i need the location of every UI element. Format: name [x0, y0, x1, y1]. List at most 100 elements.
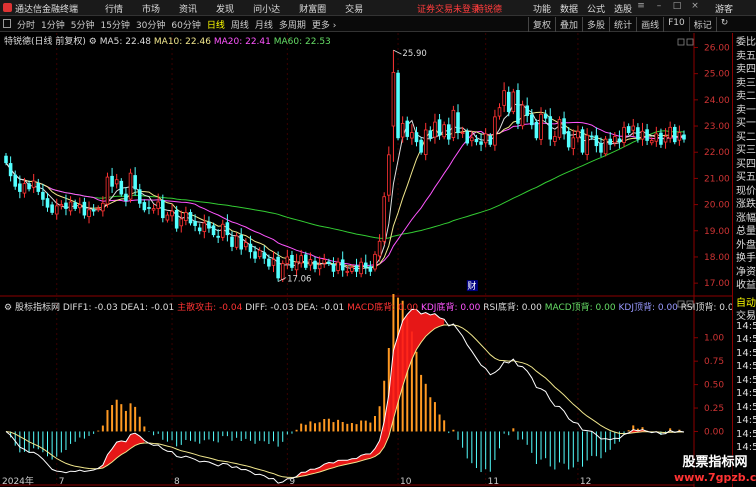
menu-item-function[interactable]: 功能	[533, 2, 551, 15]
quote-item: 卖四	[736, 64, 756, 74]
tick-item: 交易	[736, 311, 756, 321]
indicator-settings-icon[interactable]: ⚙	[4, 303, 12, 313]
candle-body	[4, 155, 8, 164]
maximize-icon[interactable]: □	[668, 1, 686, 11]
legend-dea: DEA: -0.01	[296, 303, 345, 313]
panel-control-icon[interactable]	[686, 38, 694, 46]
stock-name-tag[interactable]: 特锐德	[475, 2, 502, 15]
sidebar-toggle-icon[interactable]	[3, 19, 11, 28]
indicator-tick-label: 0.00	[704, 427, 724, 437]
candle-body	[294, 261, 299, 271]
quote-panel: 委比 卖五 卖四 卖三 卖二 卖一 买一 买二 买三 买四 买五 现价 涨跌 涨…	[732, 33, 756, 487]
tab-multi-period[interactable]: 多周期	[279, 18, 306, 31]
candle-body	[280, 263, 285, 280]
legend-stock-name[interactable]: 特锐德(日线 前复权)	[4, 37, 86, 47]
legend-kdj-top: KDJ顶背: 0.00	[618, 303, 678, 313]
title-bar: 通达信金融终端 行情 市场 资讯 发现 问小达 财富圈 交易 证券交易未登录 特…	[0, 0, 756, 16]
menu-item-discover[interactable]: 发现	[216, 2, 234, 15]
menu-icon[interactable]: ≡	[632, 1, 650, 11]
quote-item: 总量	[736, 226, 756, 236]
quote-item: 买五	[736, 172, 756, 182]
tool-multi-stock-button[interactable]: 多股	[582, 17, 609, 32]
candle-body	[428, 130, 433, 139]
candle-body	[110, 175, 114, 187]
menu-item-ask[interactable]: 问小达	[253, 2, 280, 15]
quote-item: 买四	[736, 158, 756, 169]
tab-daily[interactable]: 日线	[207, 18, 225, 31]
menu-item-marketplace[interactable]: 市场	[142, 2, 160, 15]
candle-body	[525, 105, 529, 116]
indicator-name[interactable]: 股标指标网	[15, 303, 60, 313]
tab-weekly[interactable]: 周线	[231, 18, 249, 31]
price-tick-label: 24.00	[704, 96, 730, 106]
panel-control-icons	[677, 38, 694, 308]
candle-body	[142, 202, 147, 211]
close-icon[interactable]: ×	[686, 1, 704, 11]
tool-overlay-button[interactable]: 叠加	[555, 17, 582, 32]
login-notice[interactable]: 证券交易未登录	[417, 2, 480, 15]
refresh-icon[interactable]: ↻	[715, 17, 733, 32]
menu-item-trade[interactable]: 交易	[345, 2, 363, 15]
kline-chart[interactable]: 26.00 25.00 24.00 23.00 22.00 21.00 20.00 19.00…	[0, 33, 732, 487]
tool-f10-button[interactable]: F10	[663, 17, 689, 32]
period-tabs: 分时 1分钟 5分钟 15分钟 30分钟 60分钟 日线 周线 月线 多周期 更…	[17, 18, 342, 31]
legend-kdj-bottom: KDJ底背: 0.00	[420, 303, 481, 313]
menu-item-news[interactable]: 资讯	[179, 2, 197, 15]
candle-body	[59, 204, 64, 207]
menu-item-wealth[interactable]: 财富圈	[299, 2, 326, 15]
candle-body	[13, 174, 18, 187]
tick-item: 14:50	[736, 401, 756, 413]
tab-5min[interactable]: 5分钟	[71, 18, 95, 31]
candle-body	[488, 135, 493, 145]
candle-body	[313, 260, 317, 270]
tab-60min[interactable]: 60分钟	[171, 18, 200, 31]
legend-dea1: DEA1: -0.01	[120, 303, 175, 313]
candle-body	[613, 136, 617, 144]
candle-body	[589, 135, 594, 138]
tick-item: 14:50	[736, 374, 756, 386]
tab-1min[interactable]: 1分钟	[41, 18, 65, 31]
candle-body	[465, 131, 470, 144]
candle-body	[151, 208, 156, 211]
tool-draw-button[interactable]: 画线	[636, 17, 663, 32]
candle-body	[207, 221, 211, 229]
tool-stats-button[interactable]: 统计	[609, 17, 636, 32]
tick-item: 14:50	[736, 428, 756, 440]
candle-body	[640, 130, 645, 140]
menu-item-data[interactable]: 数据	[560, 2, 578, 15]
candle-body	[41, 191, 45, 200]
candle-body	[308, 259, 313, 266]
menu-item-screener[interactable]: 选股	[614, 2, 632, 15]
legend-settings-icon[interactable]: ⚙	[89, 37, 97, 47]
tool-adjust-button[interactable]: 复权	[528, 17, 555, 32]
candle-body	[511, 91, 516, 113]
period-toolbar: 分时 1分钟 5分钟 15分钟 30分钟 60分钟 日线 周线 月线 多周期 更…	[0, 16, 756, 32]
candle-body	[502, 90, 506, 106]
price-tick-label: 18.00	[704, 253, 730, 263]
auto-trade-item[interactable]: 自动	[733, 294, 756, 308]
panel-control-icon[interactable]	[677, 38, 685, 46]
candle-body	[216, 235, 220, 238]
candle-body	[543, 113, 548, 119]
guest-label[interactable]: 游客	[715, 2, 733, 15]
candle-body	[165, 214, 170, 221]
candle-body	[566, 131, 571, 148]
tool-mark-button[interactable]: 标记	[688, 17, 716, 32]
tab-more[interactable]: 更多 ›	[312, 18, 336, 31]
candle-body	[230, 236, 234, 247]
candle-body	[419, 139, 423, 153]
menu-item-formula[interactable]: 公式	[587, 2, 605, 15]
candle-body	[594, 135, 599, 147]
candle-body	[548, 116, 553, 140]
legend-ma60: MA60: 22.53	[273, 37, 331, 47]
tab-intraday[interactable]: 分时	[17, 18, 35, 31]
candle-body	[248, 243, 253, 253]
menu-item-market[interactable]: 行情	[105, 2, 123, 15]
tab-15min[interactable]: 15分钟	[100, 18, 129, 31]
candle-body	[220, 223, 225, 238]
tab-monthly[interactable]: 月线	[255, 18, 273, 31]
candle-body	[608, 138, 612, 145]
tab-30min[interactable]: 30分钟	[136, 18, 165, 31]
minimize-icon[interactable]: –	[650, 1, 668, 11]
candle-body	[91, 209, 96, 212]
